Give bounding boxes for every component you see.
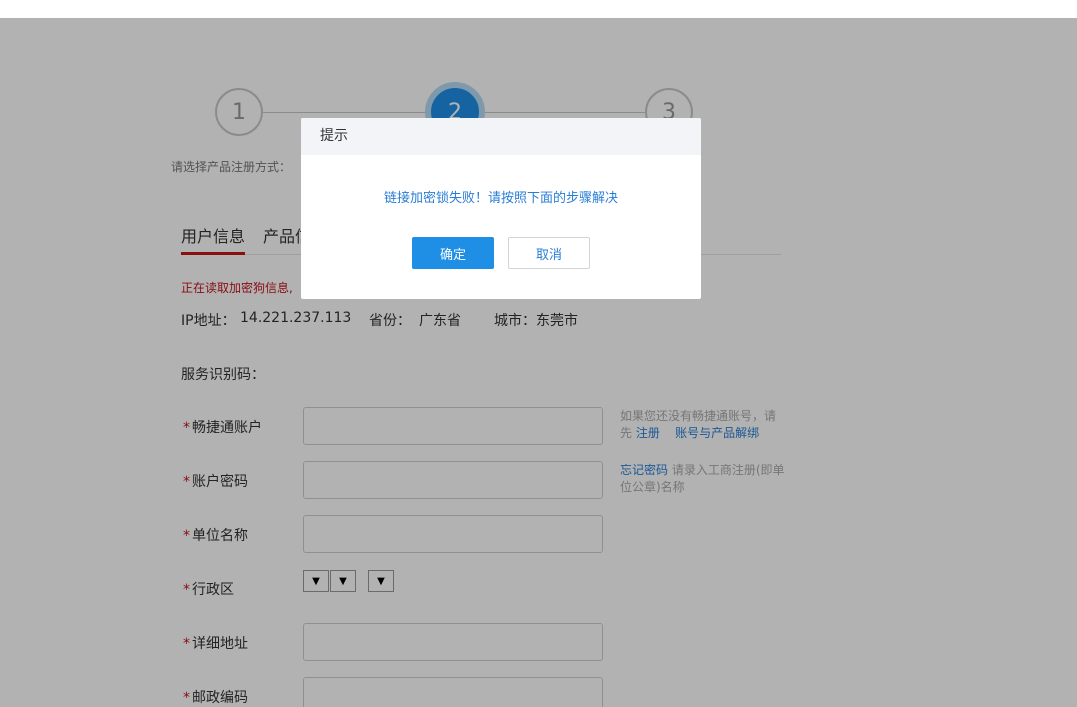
confirm-button[interactable]: 确定 xyxy=(412,237,494,269)
alert-dialog: 提示 链接加密锁失败！请按照下面的步骤解决 确定 取消 xyxy=(301,118,701,299)
dialog-message: 链接加密锁失败！请按照下面的步骤解决 xyxy=(383,191,618,206)
dialog-title: 提示 xyxy=(301,118,701,155)
cancel-button[interactable]: 取消 xyxy=(508,237,590,269)
